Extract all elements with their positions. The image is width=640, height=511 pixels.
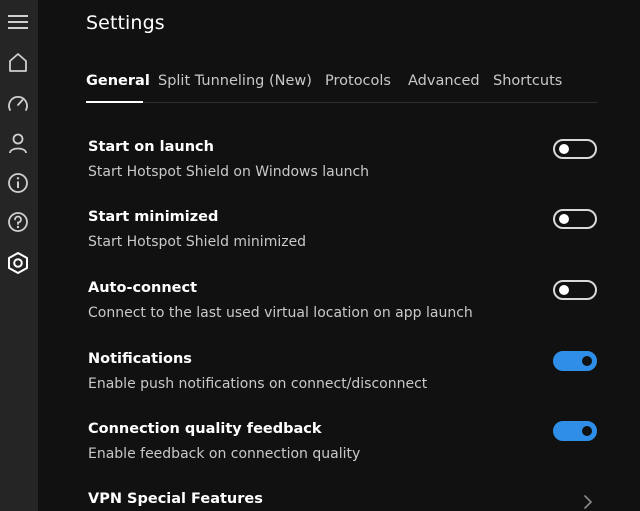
settings-icon[interactable] [5,250,31,276]
setting-description: Connect to the last used virtual locatio… [88,305,473,321]
speed-icon[interactable] [5,90,31,116]
setting-auto-connect: Auto-connect Connect to the last used vi… [88,280,598,336]
setting-description: Enable push notifications on connect/dis… [88,376,428,392]
setting-title: Start on launch [88,139,214,155]
tab-protocols[interactable]: Protocols [325,73,391,89]
setting-notifications: Notifications Enable push notifications … [88,351,598,407]
setting-description: Enable feedback on connection quality [88,446,361,462]
toggle-knob [582,426,592,436]
tab-general[interactable]: General [86,73,150,89]
setting-title: Start minimized [88,209,219,225]
tab-advanced[interactable]: Advanced [408,73,480,89]
connection-quality-feedback-toggle[interactable] [553,421,597,441]
toggle-knob [559,214,569,224]
chevron-right-icon[interactable] [583,494,593,510]
setting-title: Auto-connect [88,280,198,296]
setting-description: Start Hotspot Shield minimized [88,234,307,250]
setting-title: Connection quality feedback [88,421,322,437]
start-minimized-toggle[interactable] [553,209,597,229]
help-icon[interactable] [5,209,31,235]
tab-bar: General Split Tunneling (New) Protocols … [86,70,598,103]
menu-icon[interactable] [5,9,31,35]
info-icon[interactable] [5,170,31,196]
setting-description: Start Hotspot Shield on Windows launch [88,164,370,180]
home-icon[interactable] [5,49,31,75]
vpn-special-features-row[interactable]: VPN Special Features [88,491,598,511]
setting-start-minimized: Start minimized Start Hotspot Shield min… [88,209,598,265]
setting-title: Notifications [88,351,192,367]
tab-split-tunneling[interactable]: Split Tunneling (New) [158,73,312,89]
toggle-knob [582,356,592,366]
setting-connection-quality-feedback: Connection quality feedback Enable feedb… [88,421,598,477]
setting-start-on-launch: Start on launch Start Hotspot Shield on … [88,139,598,195]
page-title: Settings [86,12,165,34]
tab-shortcuts[interactable]: Shortcuts [493,73,562,89]
start-on-launch-toggle[interactable] [553,139,597,159]
auto-connect-toggle[interactable] [553,280,597,300]
account-icon[interactable] [5,130,31,156]
app-window: Settings General Split Tunneling (New) P… [0,0,640,511]
main-content: Settings General Split Tunneling (New) P… [38,0,640,511]
active-tab-indicator [86,101,143,103]
sidebar [0,0,38,511]
notifications-toggle[interactable] [553,351,597,371]
toggle-knob [559,285,569,295]
vpn-special-features-label: VPN Special Features [88,491,263,507]
toggle-knob [559,144,569,154]
